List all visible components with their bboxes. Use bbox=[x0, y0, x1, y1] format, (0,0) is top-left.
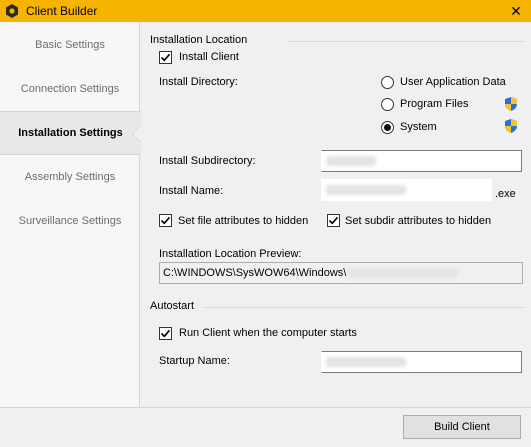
redacted-text bbox=[326, 185, 406, 195]
uac-shield-icon bbox=[505, 97, 517, 111]
hidden-subdir-attributes-checkbox[interactable] bbox=[327, 214, 340, 227]
radio-program-files[interactable] bbox=[381, 98, 394, 111]
sidebar-item-label: Assembly Settings bbox=[24, 171, 116, 183]
build-client-button[interactable]: Build Client bbox=[403, 415, 521, 439]
install-name-label: Install Name: bbox=[159, 185, 224, 197]
exe-suffix-label: .exe bbox=[495, 188, 516, 200]
startup-name-input[interactable] bbox=[321, 351, 522, 373]
sidebar-item-label: Basic Settings bbox=[35, 39, 105, 51]
radio-user-application-data[interactable] bbox=[381, 76, 394, 89]
installation-location-heading: Installation Location bbox=[150, 34, 248, 46]
hidden-file-attributes-label: Set file attributes to hidden bbox=[178, 215, 309, 227]
radio-selected-dot bbox=[384, 124, 391, 131]
startup-name-label: Startup Name: bbox=[159, 355, 230, 367]
install-client-label: Install Client bbox=[179, 51, 239, 63]
installation-preview-label: Installation Location Preview: bbox=[159, 248, 302, 260]
redacted-text bbox=[326, 357, 406, 367]
window-title: Client Builder bbox=[26, 4, 98, 18]
sidebar-item-surveillance-settings[interactable]: Surveillance Settings bbox=[0, 199, 140, 243]
close-icon: ✕ bbox=[510, 2, 522, 19]
install-directory-label: Install Directory: bbox=[159, 76, 238, 88]
uac-shield-icon bbox=[505, 119, 517, 133]
install-name-input[interactable] bbox=[321, 179, 492, 201]
footer-bar: Build Client bbox=[0, 407, 531, 447]
redacted-text bbox=[348, 268, 459, 278]
sidebar-item-basic-settings[interactable]: Basic Settings bbox=[0, 23, 140, 67]
sidebar-item-installation-settings[interactable]: Installation Settings bbox=[0, 111, 142, 155]
sidebar-item-label: Installation Settings bbox=[18, 127, 123, 139]
hidden-file-attributes-checkbox[interactable] bbox=[159, 214, 172, 227]
installation-settings-panel: Installation Location Install Client Ins… bbox=[141, 22, 531, 407]
installation-preview-field[interactable]: C:\WINDOWS\SysWOW64\Windows\ bbox=[159, 262, 523, 284]
redacted-text bbox=[326, 156, 376, 166]
installation-preview-value: C:\WINDOWS\SysWOW64\Windows\ bbox=[163, 267, 347, 279]
checkmark-icon bbox=[160, 216, 171, 225]
radio-system[interactable] bbox=[381, 121, 394, 134]
checkmark-icon bbox=[160, 53, 171, 62]
install-client-checkbox[interactable] bbox=[159, 51, 172, 64]
sidebar-item-connection-settings[interactable]: Connection Settings bbox=[0, 67, 140, 111]
run-on-startup-checkbox[interactable] bbox=[159, 327, 172, 340]
build-client-label: Build Client bbox=[434, 421, 490, 433]
install-subdirectory-label: Install Subdirectory: bbox=[159, 155, 256, 167]
radio-label: Program Files bbox=[400, 98, 469, 110]
group-divider bbox=[287, 41, 525, 42]
close-button[interactable]: ✕ bbox=[501, 0, 531, 22]
group-divider bbox=[203, 307, 525, 308]
sidebar-item-label: Surveillance Settings bbox=[18, 215, 122, 227]
sidebar-item-label: Connection Settings bbox=[20, 83, 120, 95]
sidebar-item-assembly-settings[interactable]: Assembly Settings bbox=[0, 155, 140, 199]
checkmark-icon bbox=[160, 329, 171, 338]
sidebar: Basic Settings Connection Settings Insta… bbox=[0, 22, 142, 407]
checkmark-icon bbox=[328, 216, 339, 225]
radio-label: System bbox=[400, 121, 437, 133]
radio-label: User Application Data bbox=[400, 76, 506, 88]
hidden-subdir-attributes-label: Set subdir attributes to hidden bbox=[345, 215, 492, 227]
autostart-heading: Autostart bbox=[150, 300, 195, 312]
app-icon bbox=[4, 3, 20, 19]
install-subdirectory-input[interactable] bbox=[321, 150, 522, 172]
title-bar: Client Builder ✕ bbox=[0, 0, 531, 22]
run-on-startup-label: Run Client when the computer starts bbox=[179, 327, 357, 339]
